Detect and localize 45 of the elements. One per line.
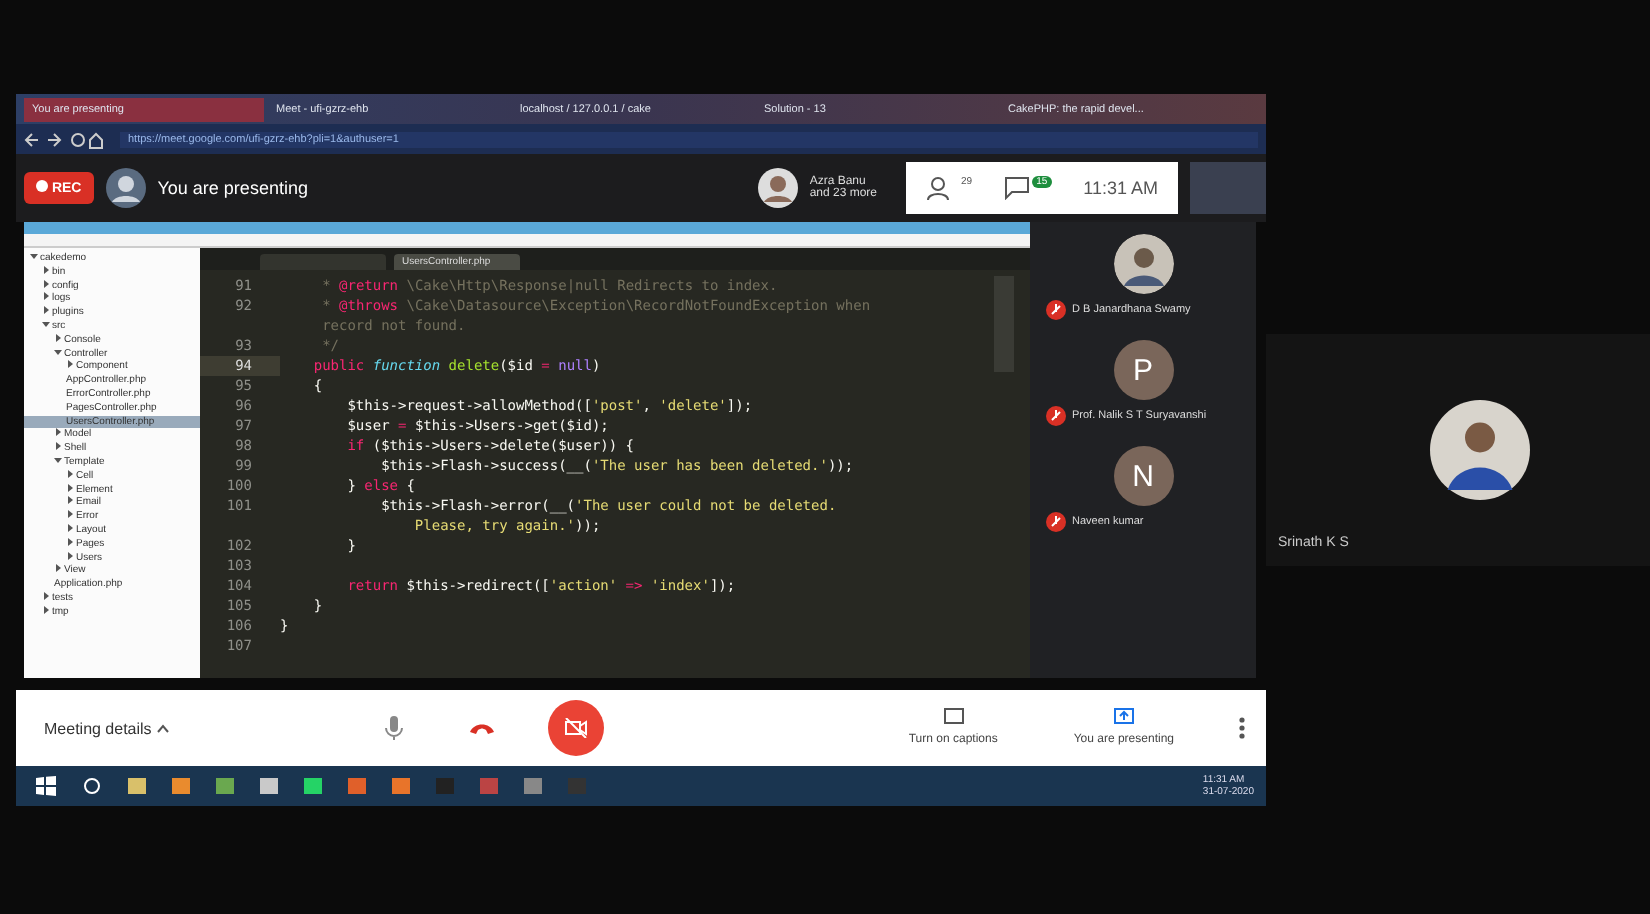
self-video-preview — [1190, 162, 1266, 214]
caret-right-icon[interactable] — [66, 496, 74, 505]
caret-up-icon — [156, 723, 171, 733]
caret-right-icon[interactable] — [66, 551, 74, 560]
caret-right-icon[interactable] — [66, 469, 74, 478]
meeting-details-button[interactable]: Meeting details — [32, 717, 183, 739]
microphone-icon[interactable] — [383, 714, 404, 742]
caret-right-icon[interactable] — [66, 537, 74, 546]
hang-up-icon[interactable] — [467, 720, 496, 736]
participant-avatar — [1430, 400, 1530, 500]
record-dot-icon — [36, 180, 48, 192]
search-icon[interactable] — [82, 776, 102, 796]
caret-right-icon[interactable] — [54, 428, 62, 437]
caret-right-icon[interactable] — [54, 442, 62, 451]
windows-start-icon[interactable] — [36, 776, 56, 796]
captions-icon — [943, 707, 964, 723]
caret-right-icon[interactable] — [42, 292, 50, 301]
caret-right-icon[interactable] — [66, 483, 74, 492]
caret-right-icon[interactable] — [42, 306, 50, 315]
caret-right-icon[interactable] — [54, 564, 62, 573]
caret-right-icon[interactable] — [42, 265, 50, 274]
camera-off-button[interactable] — [547, 700, 604, 756]
participant-avatar: N — [1113, 446, 1173, 506]
camera-off-icon — [563, 718, 588, 738]
caret-down-icon[interactable] — [54, 455, 62, 464]
navigation-icons[interactable] — [24, 129, 104, 149]
presenting-status: You are presenting — [157, 178, 308, 198]
caret-right-icon[interactable] — [42, 605, 50, 614]
caret-down-icon[interactable] — [42, 319, 50, 328]
caret-right-icon[interactable] — [66, 360, 74, 369]
caret-right-icon[interactable] — [54, 333, 62, 342]
caret-right-icon[interactable] — [66, 510, 74, 519]
clock-time: 11:31 AM — [1083, 178, 1158, 198]
caret-right-icon[interactable] — [66, 523, 74, 532]
caret-down-icon[interactable] — [54, 347, 62, 356]
caret-right-icon[interactable] — [42, 279, 50, 288]
caret-right-icon[interactable] — [42, 591, 50, 600]
more-options-icon[interactable] — [1238, 716, 1246, 740]
avatar-icon — [105, 168, 146, 208]
avatar-icon — [757, 168, 798, 208]
chat-icon[interactable] — [1004, 176, 1033, 200]
present-screen-icon — [1113, 707, 1134, 723]
participant-avatar — [1113, 234, 1173, 294]
participant-avatar: P — [1113, 340, 1173, 400]
caret-down-icon[interactable] — [30, 252, 38, 260]
